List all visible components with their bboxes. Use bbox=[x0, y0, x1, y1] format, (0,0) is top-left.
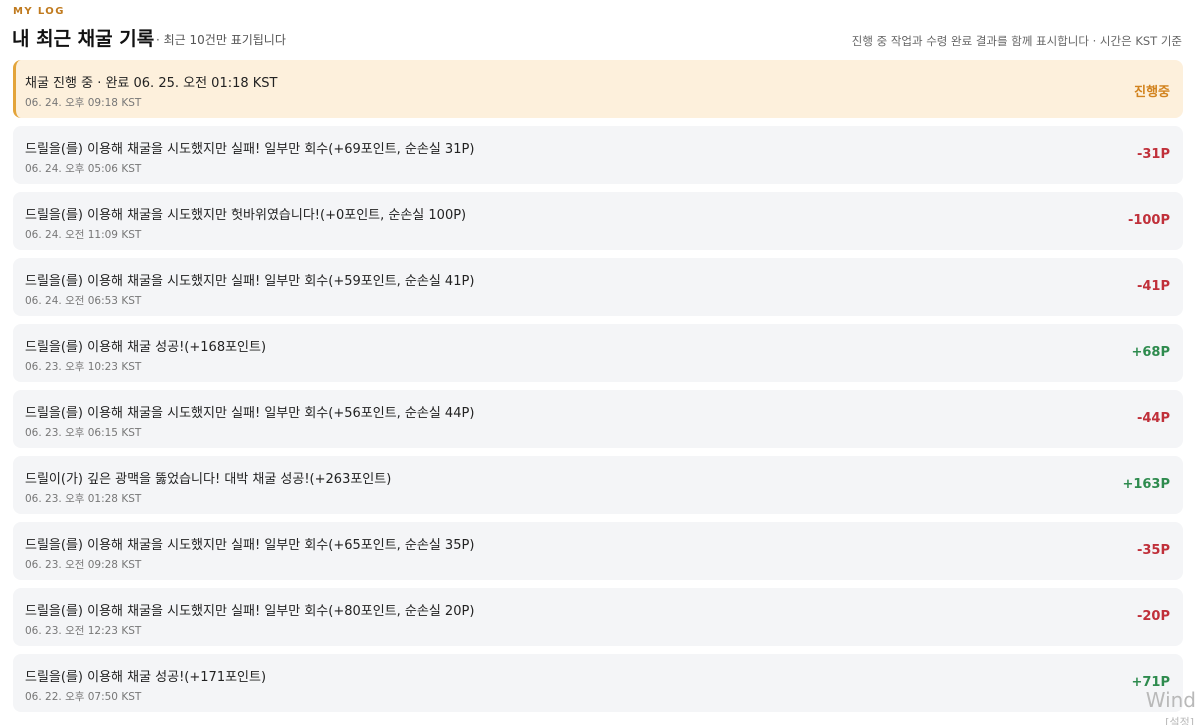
os-activation-watermark: Wind bbox=[1145, 688, 1196, 712]
log-item-time: 06. 24. 오후 09:18 KST bbox=[25, 97, 142, 109]
log-item-text: 채굴 진행 중 · 완료 06. 25. 오전 01:18 KST bbox=[25, 76, 278, 91]
log-item-time: 06. 24. 오전 11:09 KST bbox=[25, 229, 142, 241]
log-item-amount: -100P bbox=[1127, 213, 1170, 228]
log-item: 드릴을(를) 이용해 채굴을 시도했지만 실패! 일부만 회수(+69포인트, … bbox=[13, 126, 1183, 184]
log-item: 드릴을(를) 이용해 채굴을 시도했지만 실패! 일부만 회수(+80포인트, … bbox=[13, 588, 1183, 646]
log-item: 드릴을(를) 이용해 채굴을 시도했지만 실패! 일부만 회수(+59포인트, … bbox=[13, 258, 1183, 316]
log-item-text: 드릴을(를) 이용해 채굴을 시도했지만 실패! 일부만 회수(+80포인트, … bbox=[25, 604, 475, 619]
log-item-time: 06. 24. 오전 06:53 KST bbox=[25, 295, 142, 307]
log-item-time: 06. 23. 오전 12:23 KST bbox=[25, 625, 142, 637]
log-item: 드릴을(를) 이용해 채굴을 시도했지만 헛바위였습니다!(+0포인트, 순손실… bbox=[13, 192, 1183, 250]
title-subnote: · 최근 10건만 표기됩니다 bbox=[156, 33, 286, 47]
page-title: 내 최근 채굴 기록 bbox=[12, 28, 155, 50]
log-item-amount: +163P bbox=[1122, 477, 1170, 492]
log-item-time: 06. 23. 오후 06:15 KST bbox=[25, 427, 142, 439]
log-item: 드릴을(를) 이용해 채굴을 시도했지만 실패! 일부만 회수(+56포인트, … bbox=[13, 390, 1183, 448]
log-item-time: 06. 22. 오후 07:50 KST bbox=[25, 691, 142, 703]
log-item: 드릴이(가) 깊은 광맥을 뚫었습니다! 대박 채굴 성공!(+263포인트) … bbox=[13, 456, 1183, 514]
log-item-amount: -20P bbox=[1136, 609, 1170, 624]
log-item-text: 드릴을(를) 이용해 채굴 성공!(+171포인트) bbox=[25, 670, 267, 685]
os-activation-watermark-sub: [설정] bbox=[1165, 716, 1194, 725]
log-item-pending: 채굴 진행 중 · 완료 06. 25. 오전 01:18 KST 06. 24… bbox=[13, 60, 1183, 118]
log-item-text: 드릴을(를) 이용해 채굴을 시도했지만 실패! 일부만 회수(+56포인트, … bbox=[25, 406, 475, 421]
log-item: 드릴을(를) 이용해 채굴 성공!(+168포인트) 06. 23. 오후 10… bbox=[13, 324, 1183, 382]
log-item-time: 06. 24. 오후 05:06 KST bbox=[25, 163, 142, 175]
log-item-time: 06. 23. 오후 10:23 KST bbox=[25, 361, 142, 373]
log-item-time: 06. 23. 오전 09:28 KST bbox=[25, 559, 142, 571]
log-item-text: 드릴을(를) 이용해 채굴을 시도했지만 실패! 일부만 회수(+59포인트, … bbox=[25, 274, 475, 289]
log-item: 드릴을(를) 이용해 채굴 성공!(+171포인트) 06. 22. 오후 07… bbox=[13, 654, 1183, 712]
log-item-amount: -35P bbox=[1136, 543, 1170, 558]
log-item-text: 드릴을(를) 이용해 채굴을 시도했지만 헛바위였습니다!(+0포인트, 순손실… bbox=[25, 208, 467, 223]
log-item-amount: -31P bbox=[1136, 147, 1170, 162]
log-item-text: 드릴이(가) 깊은 광맥을 뚫었습니다! 대박 채굴 성공!(+263포인트) bbox=[25, 472, 392, 487]
log-item-text: 드릴을(를) 이용해 채굴을 시도했지만 실패! 일부만 회수(+69포인트, … bbox=[25, 142, 475, 157]
log-item-status: 진행중 bbox=[1134, 85, 1170, 100]
log-item-amount: -44P bbox=[1136, 411, 1170, 426]
section-eyebrow: MY LOG bbox=[13, 6, 65, 17]
help-text: 진행 중 작업과 수령 완료 결과를 함께 표시합니다 · 시간은 KST 기준 bbox=[851, 34, 1182, 48]
log-item-time: 06. 23. 오후 01:28 KST bbox=[25, 493, 142, 505]
log-item-text: 드릴을(를) 이용해 채굴 성공!(+168포인트) bbox=[25, 340, 267, 355]
log-list: 채굴 진행 중 · 완료 06. 25. 오전 01:18 KST 06. 24… bbox=[13, 60, 1183, 720]
log-item: 드릴을(를) 이용해 채굴을 시도했지만 실패! 일부만 회수(+65포인트, … bbox=[13, 522, 1183, 580]
log-item-text: 드릴을(를) 이용해 채굴을 시도했지만 실패! 일부만 회수(+65포인트, … bbox=[25, 538, 475, 553]
log-item-amount: +68P bbox=[1131, 345, 1170, 360]
log-item-amount: -41P bbox=[1136, 279, 1170, 294]
page: MY LOG 내 최근 채굴 기록 · 최근 10건만 표기됩니다 진행 중 작… bbox=[0, 0, 1196, 725]
